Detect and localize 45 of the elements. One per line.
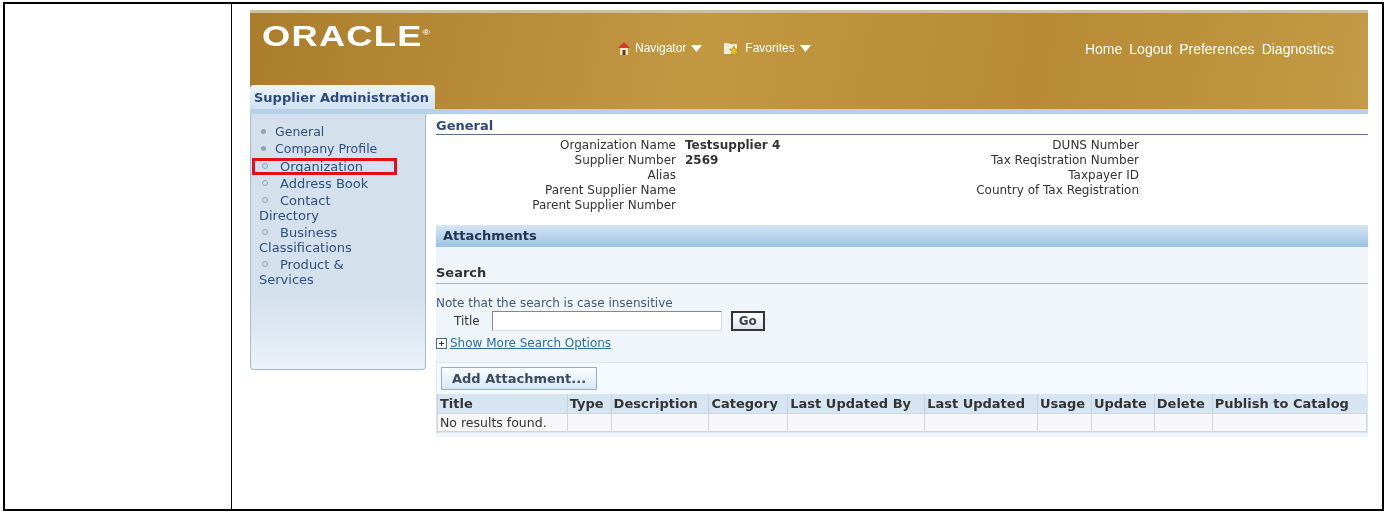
logo: ORACLE$^{®}$ [262, 20, 432, 53]
go-button[interactable]: Go [730, 311, 765, 331]
field-label: Title [454, 314, 480, 328]
section-header-bar: Attachments [436, 225, 1368, 247]
plus-icon [436, 337, 447, 349]
search-note: Note that the search is case insensitive [436, 296, 674, 310]
field-value: 2569 [684, 153, 719, 168]
column-header: Usage [1037, 394, 1092, 414]
section-heading: General [436, 114, 1368, 135]
field-label: Parent Supplier Number [532, 198, 676, 213]
column-header: Publish to Catalog [1212, 394, 1367, 414]
column-header: Type [567, 394, 612, 414]
field-label: Tax Reqistration Number [991, 153, 1139, 168]
sidebar-subitem[interactable]: Address Book [259, 175, 391, 192]
sidebar-item[interactable]: General [275, 124, 325, 140]
sidebar-subitem[interactable]: Product & Services [259, 256, 391, 288]
column-header: Category [708, 394, 788, 414]
sidebar-subitem[interactable]: Orqanization [252, 158, 397, 175]
sidebar-subitem[interactable]: Business Classifications [259, 224, 391, 256]
column-header: Last Updated [924, 394, 1038, 414]
sidebar-subitem[interactable]: Contact Directory [259, 192, 391, 224]
field-value: Testsupplier 4 [684, 138, 781, 153]
tab[interactable]: Supplier Administration [250, 85, 435, 109]
title-field[interactable] [491, 311, 722, 331]
column-header: Update [1091, 394, 1155, 414]
more-options-link[interactable]: Show More Search Options [450, 336, 612, 350]
field-label: Alias [647, 168, 676, 183]
house-icon [618, 41, 630, 55]
section-heading: Search [436, 263, 1368, 284]
field-label: DUNS Number [1052, 138, 1139, 153]
field-label: Taxpayer ID [1068, 168, 1139, 183]
column-header: Description [611, 394, 709, 414]
column-header: Title [437, 394, 568, 414]
add-attachment-button[interactable]: Add Attachment... [441, 367, 598, 390]
field-label: Parent Supplier Name [545, 183, 676, 198]
field-label: Organization Name [560, 138, 676, 153]
table-cell: No results found. [437, 413, 568, 432]
sidebar-item[interactable]: Company Profile [275, 141, 378, 157]
folder-star-icon [724, 41, 741, 55]
column-header: Last Updated By [787, 394, 925, 414]
caret-icon [691, 44, 703, 52]
caret-icon [799, 44, 811, 52]
column-header: Delete [1154, 394, 1213, 414]
field-label: Country of Tax Registration [976, 183, 1139, 198]
field-label: Supplier Number [574, 153, 676, 168]
